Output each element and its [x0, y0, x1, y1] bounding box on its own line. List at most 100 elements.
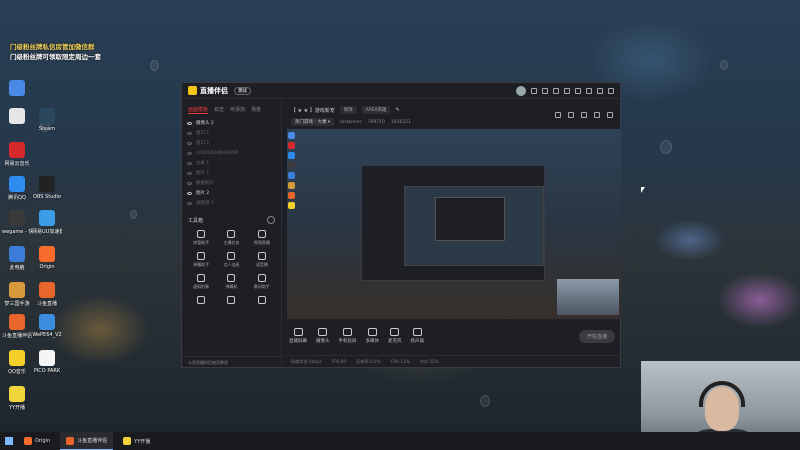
- source-item[interactable]: 视频源 1: [182, 198, 281, 208]
- desktop-icon[interactable]: [2, 108, 32, 126]
- tool-item[interactable]: 歌词助手: [247, 274, 277, 290]
- tool-icon: [197, 296, 206, 304]
- app-icon: [9, 80, 25, 96]
- eye-icon[interactable]: [187, 141, 192, 145]
- desktop-icon[interactable]: 斗鱼直播伴侣: [2, 314, 32, 339]
- source-item[interactable]: 图片 2: [182, 188, 281, 198]
- phone-cast-button[interactable]: 手机投屏: [339, 328, 357, 344]
- notification-icon[interactable]: [555, 112, 561, 118]
- desktop-icon[interactable]: QQ音乐: [2, 350, 32, 375]
- start-menu-button[interactable]: [0, 432, 18, 450]
- tool-item[interactable]: 语音播: [247, 252, 277, 268]
- tutorial-link[interactable]: 斗鱼直播伴侣使用教程: [182, 356, 281, 368]
- source-item[interactable]: 图片 1: [182, 168, 281, 178]
- preview-webcam: [557, 279, 619, 315]
- tool-icon: [257, 296, 266, 304]
- taskbar-item-douyu[interactable]: 斗鱼直播伴侣: [60, 432, 114, 450]
- source-item[interactable]: 窗口 1: [182, 128, 281, 138]
- tool-item[interactable]: 房管助手: [186, 230, 216, 246]
- add-tool-icon[interactable]: [267, 216, 275, 224]
- tool-item[interactable]: 点人连麦: [216, 252, 246, 268]
- gift-icon[interactable]: [542, 87, 548, 94]
- tool-item[interactable]: 弹幕机: [216, 274, 246, 290]
- bell-icon[interactable]: [594, 112, 600, 118]
- share-icon[interactable]: [607, 112, 613, 118]
- eye-icon[interactable]: [187, 161, 192, 165]
- eye-icon[interactable]: [187, 191, 192, 195]
- tool-item[interactable]: 视频直播: [247, 230, 277, 246]
- raindrop: [720, 60, 728, 70]
- broadcast-controls: 直播屏幕 摄像头 手机投屏 多媒体 麦克风 扬声器 开始直播: [283, 321, 621, 351]
- control-label: 手机投屏: [338, 339, 357, 344]
- avatar[interactable]: [516, 85, 526, 96]
- tab-templates[interactable]: 画面模板: [188, 106, 209, 114]
- minimize-icon[interactable]: [586, 87, 592, 94]
- screen-capture-button[interactable]: 直播屏幕: [289, 328, 307, 344]
- taskbar-label: 斗鱼直播伴侣: [77, 438, 108, 444]
- media-button[interactable]: 多媒体: [366, 328, 379, 344]
- desktop-icon[interactable]: 网易UU加速器: [32, 210, 62, 235]
- tab-scene[interactable]: 场景: [251, 106, 261, 114]
- pencil-icon[interactable]: ✎: [395, 107, 399, 113]
- app-icon: [288, 162, 295, 169]
- edit-button[interactable]: 修改: [339, 106, 357, 114]
- eye-icon[interactable]: [187, 201, 192, 205]
- desktop-icon[interactable]: 梦三国手游: [2, 282, 32, 307]
- category-dropdown[interactable]: 热门游戏 - 大乘 ▾: [291, 118, 335, 126]
- desktop-icon[interactable]: 此电脑: [2, 246, 32, 271]
- douyu-icon: [39, 282, 55, 298]
- tab-add[interactable]: 可添加: [230, 106, 245, 114]
- microphone-button[interactable]: 麦克风: [388, 328, 402, 344]
- desktop-icon[interactable]: 斗鱼直播: [32, 282, 62, 307]
- tool-item[interactable]: 弹幕助手: [186, 252, 216, 268]
- close-icon[interactable]: [608, 87, 614, 94]
- taskbar-item-yy[interactable]: YY开播: [117, 432, 156, 450]
- source-item[interactable]: 数据统计: [182, 178, 281, 188]
- desktop-icon[interactable]: Steam: [32, 108, 62, 132]
- tool-item[interactable]: 主播任务: [216, 230, 246, 246]
- source-item[interactable]: 摄像头 2: [182, 118, 281, 128]
- message-icon[interactable]: [531, 87, 537, 94]
- lock-icon[interactable]: [568, 112, 574, 118]
- tool-label: 弹幕机: [225, 284, 238, 289]
- source-item[interactable]: LOVESICKWHISPER: [182, 148, 281, 158]
- eye-icon[interactable]: [187, 181, 192, 185]
- desktop-icon[interactable]: wegame - 快捷方式: [2, 210, 32, 235]
- stream-info-header: 【 ★ ★ 】游戏新宠 修改 APEX英雄 ✎ 热门游戏 - 大乘 ▾ Inst…: [283, 100, 621, 128]
- desktop-icon[interactable]: YY开播: [2, 386, 32, 411]
- desktop-icon[interactable]: OBS Studio: [32, 176, 62, 200]
- desktop-icon[interactable]: Origin: [32, 246, 62, 270]
- tool-item[interactable]: [216, 296, 246, 306]
- eye-icon[interactable]: [187, 151, 192, 155]
- mail-icon[interactable]: [553, 87, 559, 94]
- control-label: 扬声器: [410, 339, 425, 344]
- taskbar-item-origin[interactable]: Origin: [18, 432, 56, 450]
- source-item[interactable]: 窗口 1: [182, 138, 281, 148]
- tool-item[interactable]: [247, 296, 277, 306]
- eye-icon[interactable]: [187, 131, 192, 135]
- speaker-icon: [412, 328, 422, 336]
- obs-icon: [39, 176, 55, 192]
- menu-icon[interactable]: [575, 87, 581, 94]
- speaker-button[interactable]: 扬声器: [410, 328, 425, 344]
- desktop-icon[interactable]: [2, 80, 32, 98]
- desktop-icon[interactable]: WePE64_V2: [32, 314, 62, 338]
- stream-preview[interactable]: [287, 129, 621, 319]
- pin-icon[interactable]: [581, 112, 587, 118]
- desktop-icon[interactable]: 网易云音乐: [2, 142, 32, 167]
- desktop-icon[interactable]: 腾讯QQ: [2, 176, 32, 201]
- settings-icon[interactable]: [564, 87, 570, 94]
- eye-icon[interactable]: [187, 171, 192, 175]
- desktop-icon-label: 斗鱼直播: [36, 301, 57, 307]
- camera-button[interactable]: 摄像头: [316, 328, 330, 344]
- maximize-icon[interactable]: [597, 87, 603, 94]
- category-chip[interactable]: APEX英雄: [361, 106, 391, 114]
- start-live-button[interactable]: 开始直播: [578, 329, 615, 343]
- tool-item[interactable]: 虚拟形象: [186, 274, 216, 290]
- source-item[interactable]: 文本 1: [182, 158, 281, 168]
- tab-double[interactable]: 双击: [214, 106, 224, 114]
- tool-item[interactable]: [186, 296, 216, 306]
- desktop-icon-label: PICO PARK: [33, 368, 61, 374]
- desktop-icon[interactable]: PICO PARK: [32, 350, 62, 374]
- eye-icon[interactable]: [187, 121, 192, 125]
